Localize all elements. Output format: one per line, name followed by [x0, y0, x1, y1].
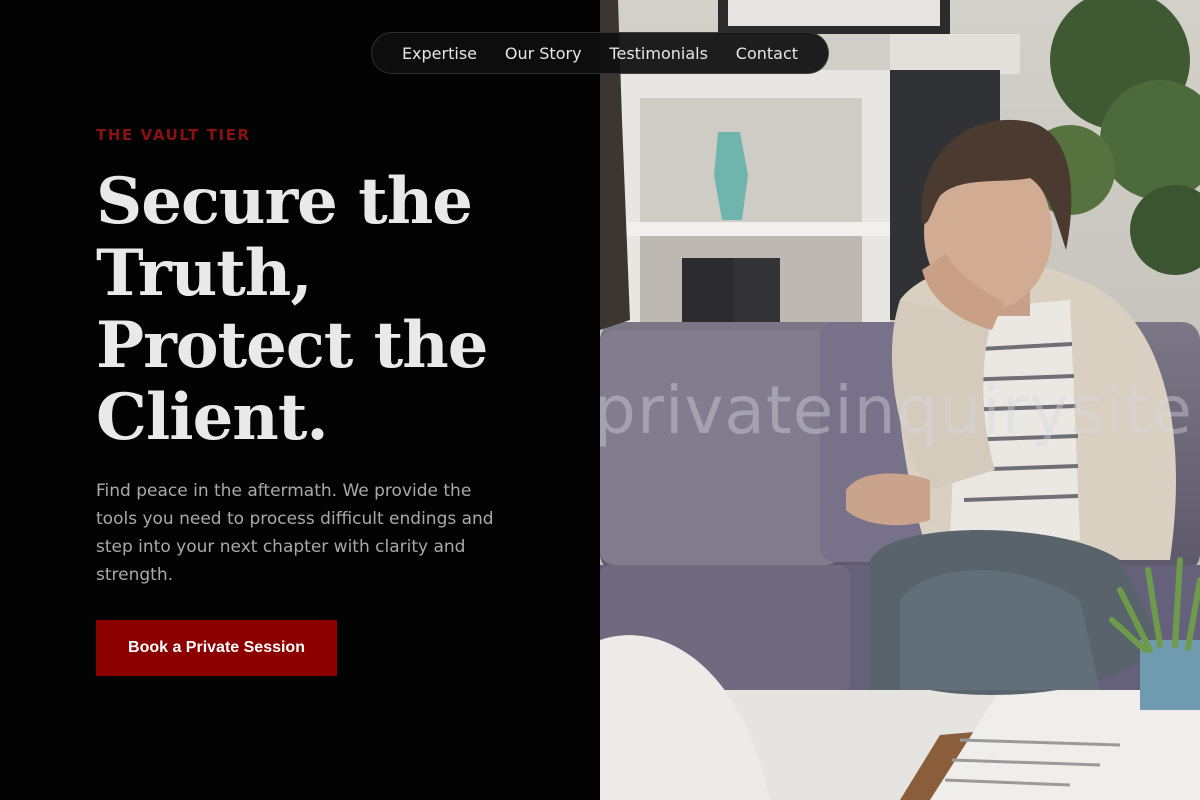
book-session-button[interactable]: Book a Private Session	[96, 620, 337, 676]
watermark-text: privateinquirysite	[600, 372, 1193, 449]
nav-link-our-story[interactable]: Our Story	[505, 44, 582, 63]
counseling-session-photo: privateinquirysite	[600, 0, 1200, 800]
hero-description: Find peace in the aftermath. We provide …	[96, 481, 494, 585]
headline-line: Client.	[96, 380, 329, 455]
nav-link-expertise[interactable]: Expertise	[402, 44, 477, 63]
headline-line: Truth,	[96, 236, 313, 311]
hero-left-panel: THE VAULT TIER Secure the Truth, Protect…	[0, 0, 600, 800]
headline-line: Secure the	[96, 164, 473, 239]
hero-headline: Secure the Truth, Protect the Client.	[96, 166, 576, 454]
hero-eyebrow: THE VAULT TIER	[96, 126, 251, 144]
headline-line: Protect the	[96, 308, 488, 383]
top-navigation: Expertise Our Story Testimonials Contact	[371, 32, 829, 74]
nav-link-testimonials[interactable]: Testimonials	[609, 44, 708, 63]
nav-link-contact[interactable]: Contact	[736, 44, 798, 63]
